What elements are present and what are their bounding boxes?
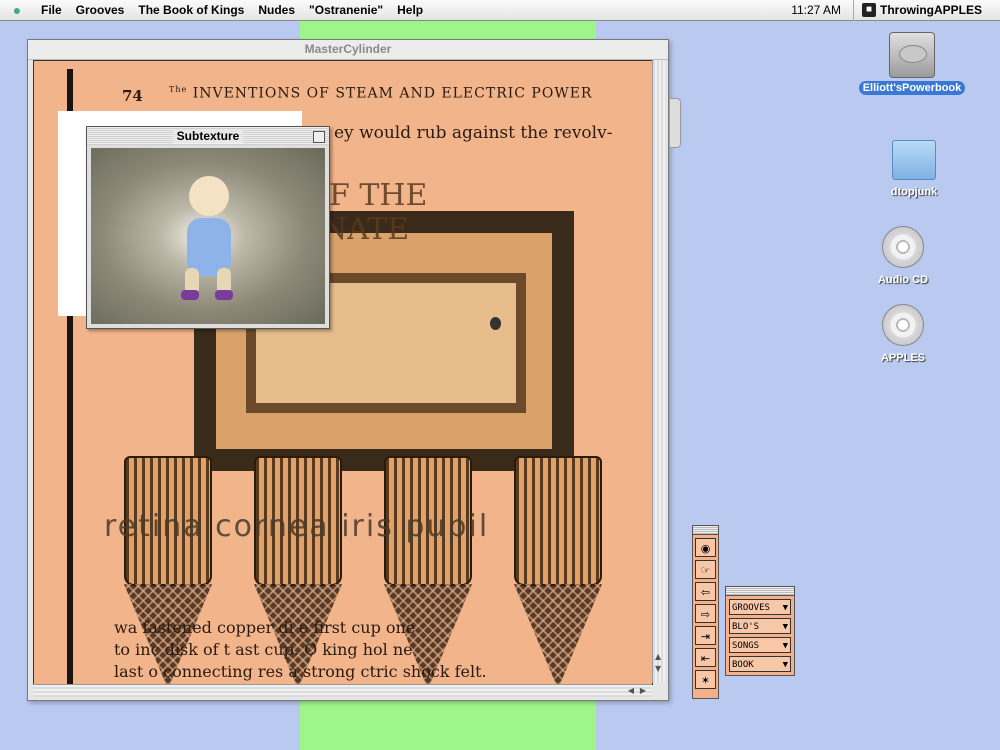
subtexture-window: Subtexture	[86, 126, 330, 329]
collapse-icon[interactable]	[313, 131, 325, 143]
desktop-icon-dtopjunk[interactable]: dtopjunk	[844, 140, 984, 199]
subtexture-title-bar[interactable]: Subtexture	[87, 127, 329, 145]
doll-head	[189, 176, 229, 216]
window-title[interactable]: MasterCylinder	[28, 40, 668, 60]
chevron-down-icon: ▼	[782, 641, 788, 651]
desktop-icon-label: dtopjunk	[890, 186, 938, 198]
doll-video-frame	[91, 148, 325, 324]
menu-palette: GROOVES ▼ BLO'S ▼ SONGS ▼ BOOK ▼	[725, 586, 795, 676]
folder-icon	[892, 140, 936, 180]
cd-icon	[882, 304, 924, 346]
application-name: ThrowingAPPLES	[880, 3, 982, 17]
desktop-icon-powerbook[interactable]: Elliott'sPowerbook	[842, 32, 982, 95]
page-heading: The INVENTIONS OF STEAM AND ELECTRIC POW…	[169, 85, 592, 102]
palette-drag-bar[interactable]	[726, 587, 794, 596]
menu-bar-right: 11:27 AM ■ ThrowingAPPLES	[779, 0, 1000, 21]
page-line: wa fastened copper di e first cup one	[114, 618, 416, 637]
dropdown-songs[interactable]: SONGS ▼	[729, 637, 791, 653]
tool-palette: ◉ ☞ ⇦ ⇨ ⇥ ⇤ ✶	[692, 525, 719, 699]
menu-help[interactable]: Help	[390, 3, 430, 17]
scroll-up-icon[interactable]: ▲	[655, 652, 661, 661]
menu-book-of-kings[interactable]: The Book of Kings	[131, 3, 251, 17]
eye-icon[interactable]: ◉	[695, 538, 716, 557]
desktop-icon-apples[interactable]: APPLES	[833, 304, 973, 365]
scroll-left-icon[interactable]: ◀	[628, 686, 634, 695]
chevron-down-icon: ▼	[782, 603, 788, 613]
menu-ostranenie[interactable]: "Ostranenie"	[302, 3, 390, 17]
dropdown-label: BOOK	[732, 660, 754, 670]
desktop-icon-label: APPLES	[880, 352, 925, 364]
page-line: to inc disk of t ast cup. O king hol ne	[114, 640, 413, 659]
dropdown-label: GROOVES	[732, 603, 770, 613]
desktop-icon-label: Audio CD	[877, 274, 929, 286]
application-icon: ■	[862, 3, 876, 17]
vertical-scrollbar[interactable]: ▲ ▼	[652, 60, 665, 683]
page-first-line: ey would rub against the revolv-	[334, 123, 613, 143]
horizontal-scrollbar[interactable]: ◀ ▶	[33, 684, 652, 697]
arrow-right-icon[interactable]: ⇨	[695, 604, 716, 623]
cd-icon	[882, 226, 924, 268]
hard-drive-icon	[889, 32, 935, 78]
chevron-down-icon: ▼	[782, 622, 788, 632]
overlay-text: retina cornea iris pupil	[104, 509, 490, 544]
menu-grooves[interactable]: Grooves	[69, 3, 132, 17]
dropdown-blos[interactable]: BLO'S ▼	[729, 618, 791, 634]
dropdown-label: BLO'S	[732, 622, 760, 632]
battery-cylinder	[514, 456, 602, 586]
apple-icon[interactable]: ●	[0, 2, 34, 18]
doll-shoe	[215, 290, 233, 300]
dropdown-label: SONGS	[732, 641, 760, 651]
heading-text: INVENTIONS OF STEAM AND ELECTRIC POWER	[192, 85, 593, 102]
hand-icon[interactable]: ☞	[695, 560, 716, 579]
page-bottom-text: wa fastened copper di e first cup one to…	[114, 617, 487, 683]
menu-file[interactable]: File	[34, 3, 69, 17]
page-number: 74	[122, 87, 143, 105]
scroll-down-icon[interactable]: ▼	[655, 664, 661, 673]
star-icon[interactable]: ✶	[695, 670, 716, 689]
skip-forward-icon[interactable]: ⇥	[695, 626, 716, 645]
arrow-left-icon[interactable]: ⇦	[695, 582, 716, 601]
page-line: last o connecting res a strong ctric sho…	[114, 662, 487, 681]
desktop-icon-label: Elliott'sPowerbook	[858, 81, 966, 95]
application-menu[interactable]: ■ ThrowingAPPLES	[854, 3, 1000, 17]
scroll-right-icon[interactable]: ▶	[640, 686, 646, 695]
dropdown-grooves[interactable]: GROOVES ▼	[729, 599, 791, 615]
palette-drag-bar[interactable]	[693, 526, 718, 535]
cursor-icon	[490, 317, 501, 330]
menu-bar: ● File Grooves The Book of Kings Nudes "…	[0, 0, 1000, 21]
desktop-icon-audio-cd[interactable]: Audio CD	[833, 226, 973, 287]
skip-back-icon[interactable]: ⇤	[695, 648, 716, 667]
menu-nudes[interactable]: Nudes	[251, 3, 302, 17]
dropdown-book[interactable]: BOOK ▼	[729, 656, 791, 672]
chevron-down-icon: ▼	[782, 660, 788, 670]
clock[interactable]: 11:27 AM	[779, 0, 854, 21]
subtexture-title: Subtexture	[172, 129, 244, 143]
doll-shoe	[181, 290, 199, 300]
heading-prefix: The	[169, 85, 188, 94]
window-side-tab[interactable]	[670, 98, 681, 148]
